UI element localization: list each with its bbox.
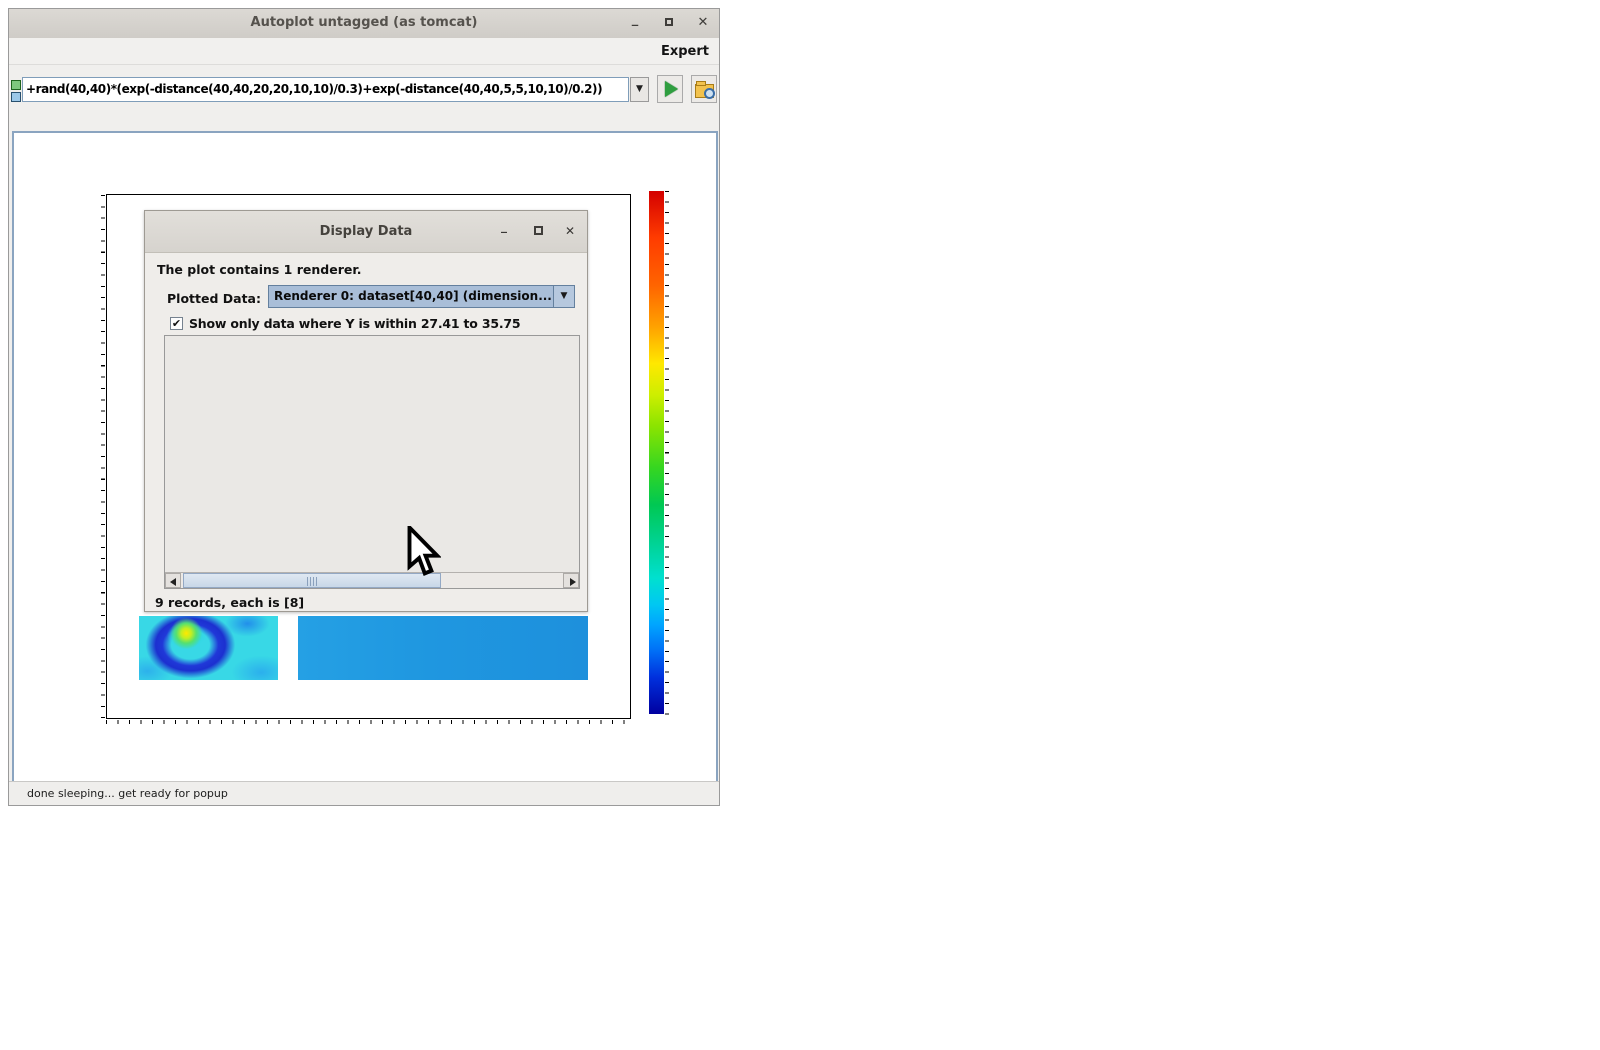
uri-green-square-icon: [11, 80, 21, 90]
filter-checkbox[interactable]: ✔: [170, 317, 183, 330]
menu-expert[interactable]: Expert: [661, 44, 709, 59]
play-icon: [665, 81, 678, 97]
minimize-icon[interactable]: _: [623, 13, 647, 33]
maximize-icon[interactable]: [657, 13, 681, 33]
menu-bar: Expert: [9, 38, 719, 65]
folder-open-icon: [695, 84, 714, 98]
mouse-cursor-icon: [405, 526, 441, 580]
table-scrollpane: [164, 335, 580, 589]
uri-dropdown-button[interactable]: ▼: [630, 77, 649, 102]
dialog-title: Display Data: [145, 224, 587, 239]
scrollbar-thumb[interactable]: [183, 573, 441, 588]
dialog-close-icon[interactable]: ✕: [557, 220, 583, 242]
scroll-left-icon[interactable]: [165, 573, 181, 588]
status-text: done sleeping... get ready for popup: [27, 787, 228, 800]
colorbar-minor-ticks: [665, 191, 669, 715]
left-triangle-icon: [170, 578, 176, 586]
x-axis-minor-ticks: [106, 720, 630, 724]
spectrogram-strip-left: [139, 616, 278, 680]
combobox-arrow-icon[interactable]: ▼: [553, 286, 574, 307]
uri-blue-square-icon: [11, 92, 21, 102]
dialog-minimize-icon[interactable]: _: [491, 215, 517, 237]
combobox-value: Renderer 0: dataset[40,40] (dimension...: [274, 289, 552, 303]
window-title: Autoplot untagged (as tomcat): [9, 15, 719, 30]
records-summary: 9 records, each is [8]: [155, 595, 304, 610]
go-button[interactable]: [657, 75, 683, 103]
dialog-maximize-icon[interactable]: [525, 220, 551, 242]
y-axis-minor-ticks: [101, 195, 105, 719]
open-file-button[interactable]: [691, 75, 717, 103]
display-data-dialog: Display Data _ ✕ The plot contains 1 ren…: [144, 210, 588, 612]
horizontal-scrollbar[interactable]: [165, 572, 579, 588]
colorbar: [649, 191, 664, 714]
filter-label: Show only data where Y is within 27.41 t…: [189, 316, 520, 331]
right-triangle-icon: [570, 578, 576, 586]
renderer-count-text: The plot contains 1 renderer.: [157, 262, 361, 277]
status-bar: done sleeping... get ready for popup: [9, 781, 719, 805]
close-icon[interactable]: ✕: [691, 13, 715, 33]
spectrogram-strip-right: [298, 616, 588, 680]
scroll-right-icon[interactable]: [563, 573, 579, 588]
dialog-maximize-square-icon: [534, 226, 543, 235]
plotted-data-label: Plotted Data:: [167, 291, 261, 306]
scrollbar-grip-icon: [307, 577, 317, 586]
uri-input[interactable]: +rand(40,40)*(exp(-distance(40,40,20,20,…: [22, 77, 629, 102]
dialog-title-bar[interactable]: Display Data _ ✕: [145, 211, 587, 253]
plotted-data-combobox[interactable]: Renderer 0: dataset[40,40] (dimension...…: [268, 285, 575, 308]
uri-datasource-icon: [11, 80, 21, 104]
maximize-square-icon: [665, 18, 673, 26]
title-bar[interactable]: Autoplot untagged (as tomcat) _ ✕: [9, 9, 719, 39]
autoplot-window: Autoplot untagged (as tomcat) _ ✕ Expert…: [8, 8, 720, 806]
magnifier-icon: [704, 88, 715, 99]
